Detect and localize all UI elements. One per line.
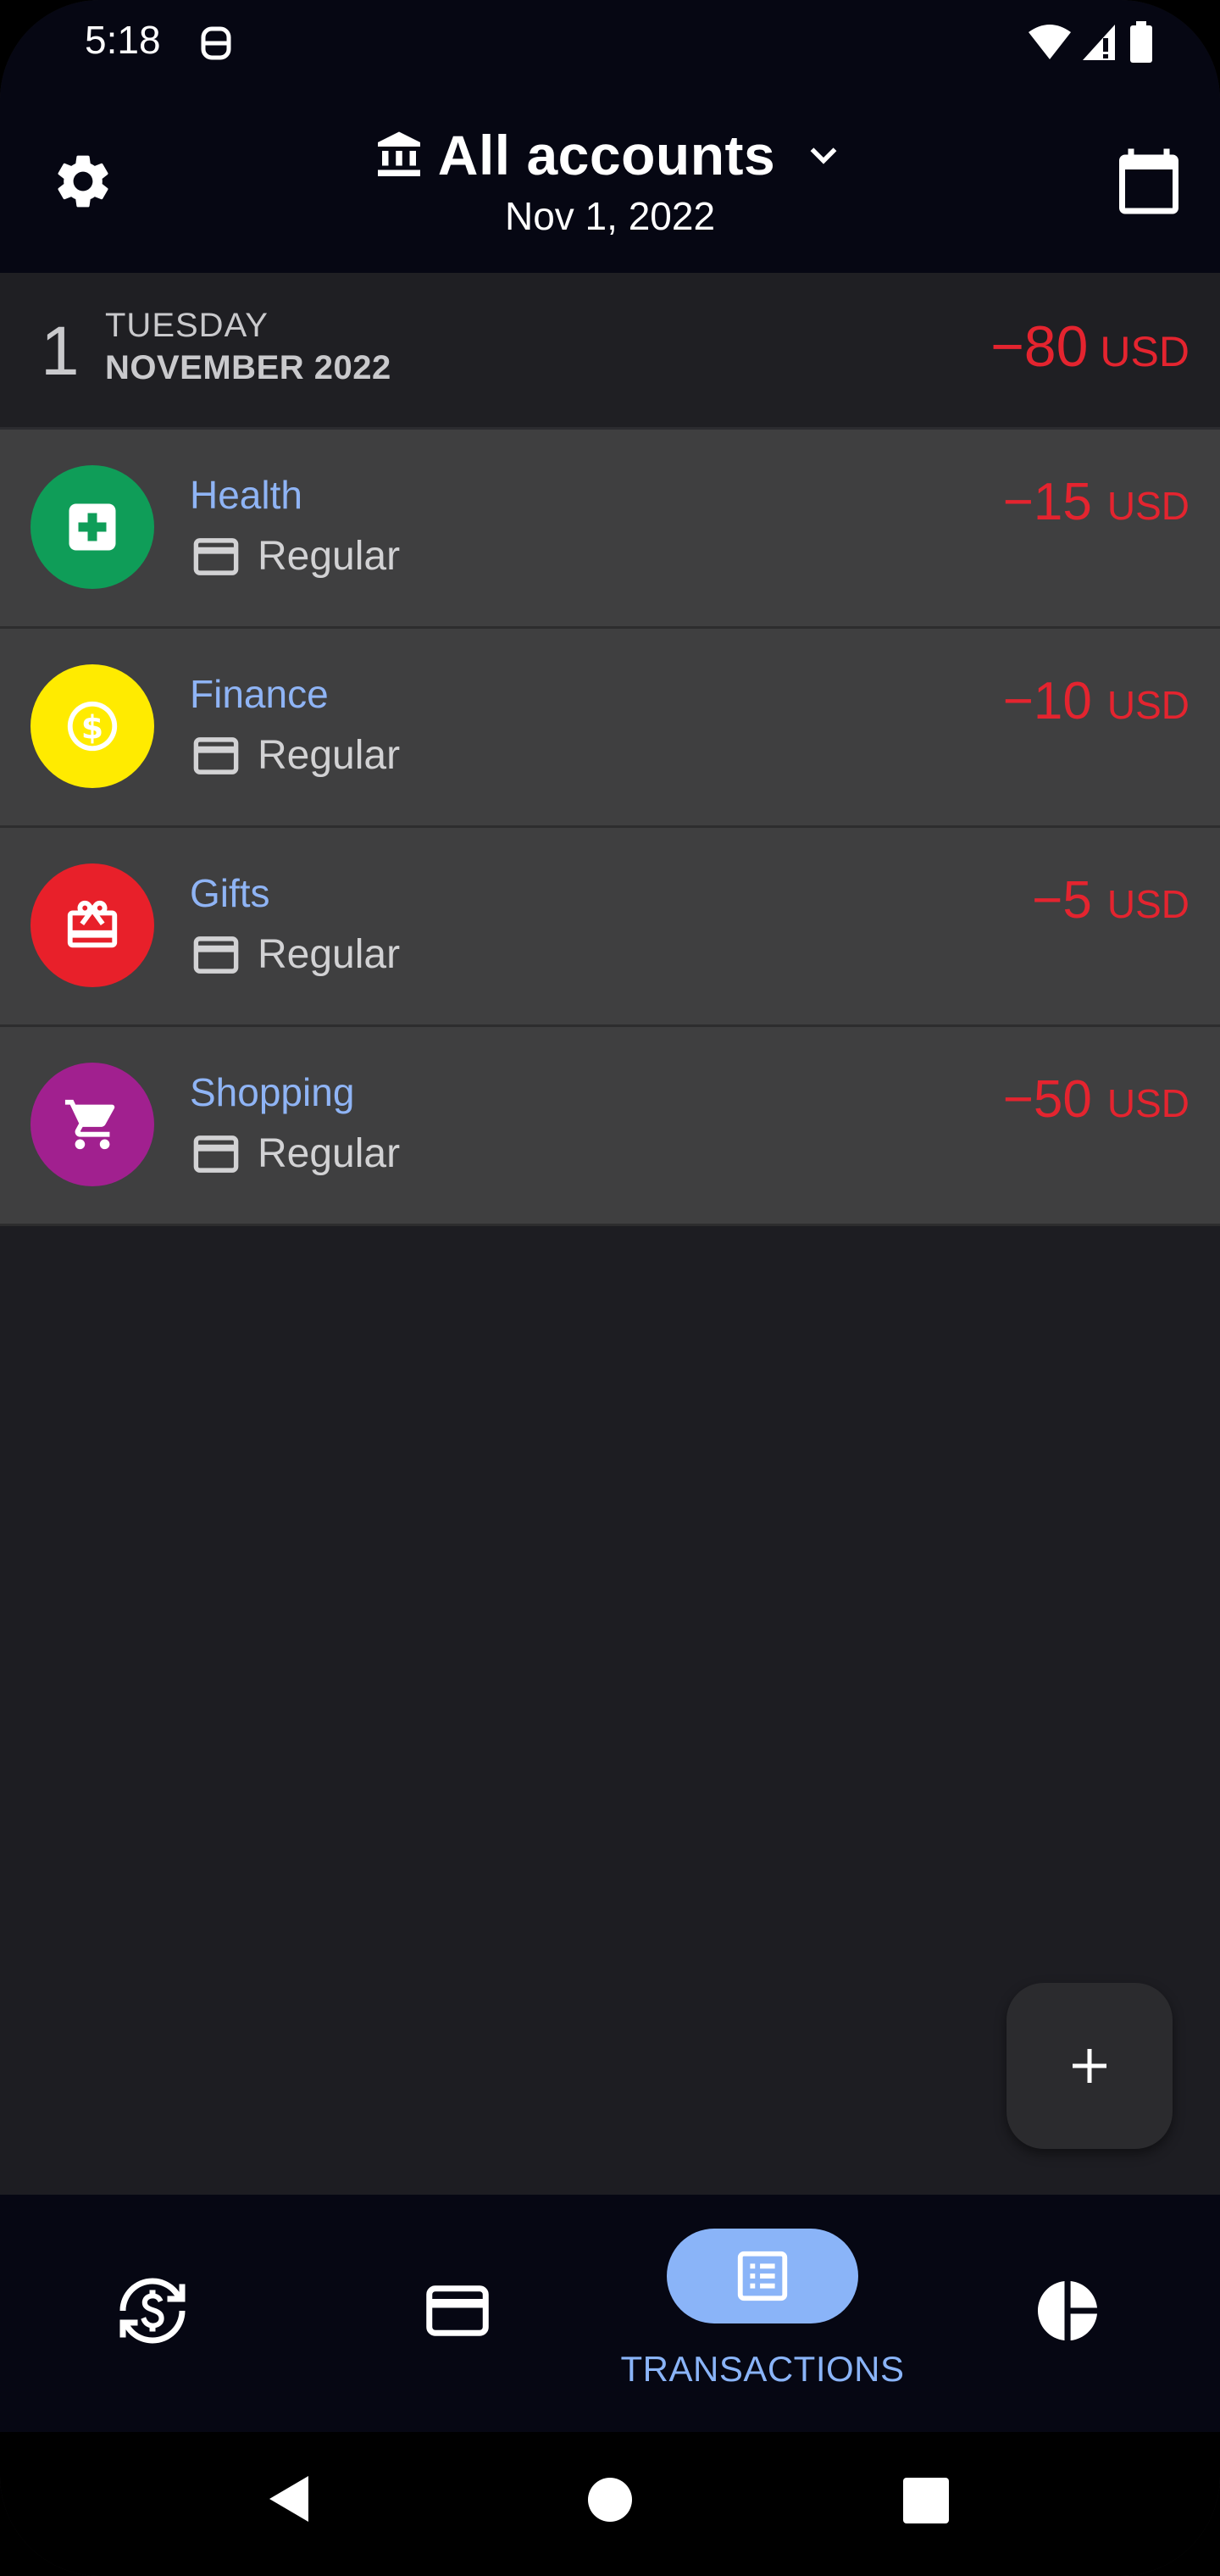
credit-card-icon <box>193 935 239 974</box>
day-group-header: 1 TUESDAY NOVEMBER 2022 −80 USD <box>0 273 1220 430</box>
day-number: 1 <box>41 313 80 390</box>
transaction-category: Health <box>190 473 302 517</box>
transaction-account-name: Regular <box>258 932 401 977</box>
transaction-amount-value: −5 <box>1032 871 1092 930</box>
plus-icon <box>1073 2049 1106 2083</box>
day-total-currency: USD <box>1100 328 1190 375</box>
transaction-currency: USD <box>1106 882 1190 926</box>
transaction-account-name: Regular <box>258 733 401 778</box>
status-time: 5:18 <box>85 18 161 62</box>
transaction-category: Shopping <box>190 1070 355 1114</box>
signal-icon <box>1083 25 1115 60</box>
transaction-account-name: Regular <box>258 1131 401 1176</box>
shopping-cart-icon <box>64 1099 115 1150</box>
status-bar: 5:18 <box>0 0 1220 93</box>
pie-chart-icon <box>1038 2281 1097 2340</box>
bank-icon <box>377 131 420 176</box>
battery-icon <box>1130 21 1152 63</box>
nav-item-exchange[interactable] <box>0 2195 305 2432</box>
transaction-amount-value: −50 <box>1002 1070 1092 1129</box>
header-date: Nov 1, 2022 <box>504 194 716 238</box>
nav-item-transactions[interactable]: TRANSACTIONS <box>610 2195 915 2432</box>
transaction-account-name: Regular <box>258 534 401 579</box>
recents-icon[interactable] <box>903 2478 949 2523</box>
wifi-icon <box>1029 25 1071 59</box>
transactions-list-icon <box>737 2251 788 2301</box>
day-month-year: NOVEMBER 2022 <box>105 349 391 386</box>
transaction-account: Regular <box>193 1130 400 1177</box>
status-icons <box>1027 20 1154 64</box>
account-selector[interactable]: All accounts <box>0 117 1220 193</box>
credit-card-icon <box>193 537 239 575</box>
back-icon[interactable] <box>264 2473 315 2525</box>
category-icon-badge: $ <box>30 664 154 788</box>
gift-icon <box>67 900 118 948</box>
credit-card-icon <box>193 736 239 774</box>
transaction-row[interactable]: Shopping Regular −50 USD <box>0 1027 1220 1226</box>
category-icon-badge <box>30 863 154 987</box>
category-icon-badge <box>30 1063 154 1186</box>
transaction-amount-value: −10 <box>1002 672 1092 730</box>
transaction-amount: −10 USD <box>1003 671 1190 731</box>
nav-item-accounts[interactable] <box>305 2195 610 2432</box>
transaction-category: Finance <box>190 672 329 716</box>
transaction-amount: −50 USD <box>1003 1069 1190 1130</box>
transaction-row[interactable]: $ Finance Regular −10 USD <box>0 629 1220 828</box>
home-icon[interactable] <box>586 2476 634 2523</box>
add-transaction-button[interactable] <box>1006 1983 1173 2149</box>
calendar-icon[interactable] <box>1113 144 1184 219</box>
transaction-row[interactable]: Gifts Regular −5 USD <box>0 828 1220 1027</box>
nav-item-statistics[interactable] <box>915 2195 1220 2432</box>
transaction-amount: −15 USD <box>1003 472 1190 532</box>
transaction-amount-value: −15 <box>1002 473 1092 531</box>
day-weekday: TUESDAY <box>105 307 269 344</box>
chevron-down-icon <box>810 147 837 164</box>
transaction-amount: −5 USD <box>1032 870 1190 930</box>
transaction-account: Regular <box>193 931 400 978</box>
credit-card-icon <box>193 1135 239 1173</box>
day-total-value: −80 <box>990 314 1089 379</box>
nav-label-transactions: TRANSACTIONS <box>620 2349 905 2389</box>
transaction-currency: USD <box>1106 683 1190 727</box>
svg-text:$: $ <box>81 709 103 747</box>
transaction-category: Gifts <box>190 871 270 915</box>
transaction-account: Regular <box>193 533 400 580</box>
credit-card-icon <box>426 2285 489 2336</box>
dollar-coin-icon: $ <box>67 701 118 752</box>
transaction-currency: USD <box>1106 484 1190 528</box>
account-title: All accounts <box>437 124 776 186</box>
sim-icon <box>201 26 231 60</box>
medical-cross-icon <box>69 503 116 551</box>
bottom-navigation: TRANSACTIONS <box>0 2195 1220 2432</box>
currency-exchange-icon <box>119 2278 186 2344</box>
top-app-bar: All accounts Nov 1, 2022 <box>0 93 1220 273</box>
app-screen: 5:18 All accounts Nov 1, 2022 1 TUESDAY … <box>0 0 1220 2576</box>
category-icon-badge <box>30 465 154 589</box>
day-total-amount: −80 USD <box>990 314 1190 380</box>
transaction-account: Regular <box>193 732 400 779</box>
transaction-row[interactable]: Health Regular −15 USD <box>0 430 1220 629</box>
active-indicator <box>667 2229 858 2323</box>
transaction-currency: USD <box>1106 1081 1190 1125</box>
system-navigation-bar <box>0 2432 1220 2576</box>
